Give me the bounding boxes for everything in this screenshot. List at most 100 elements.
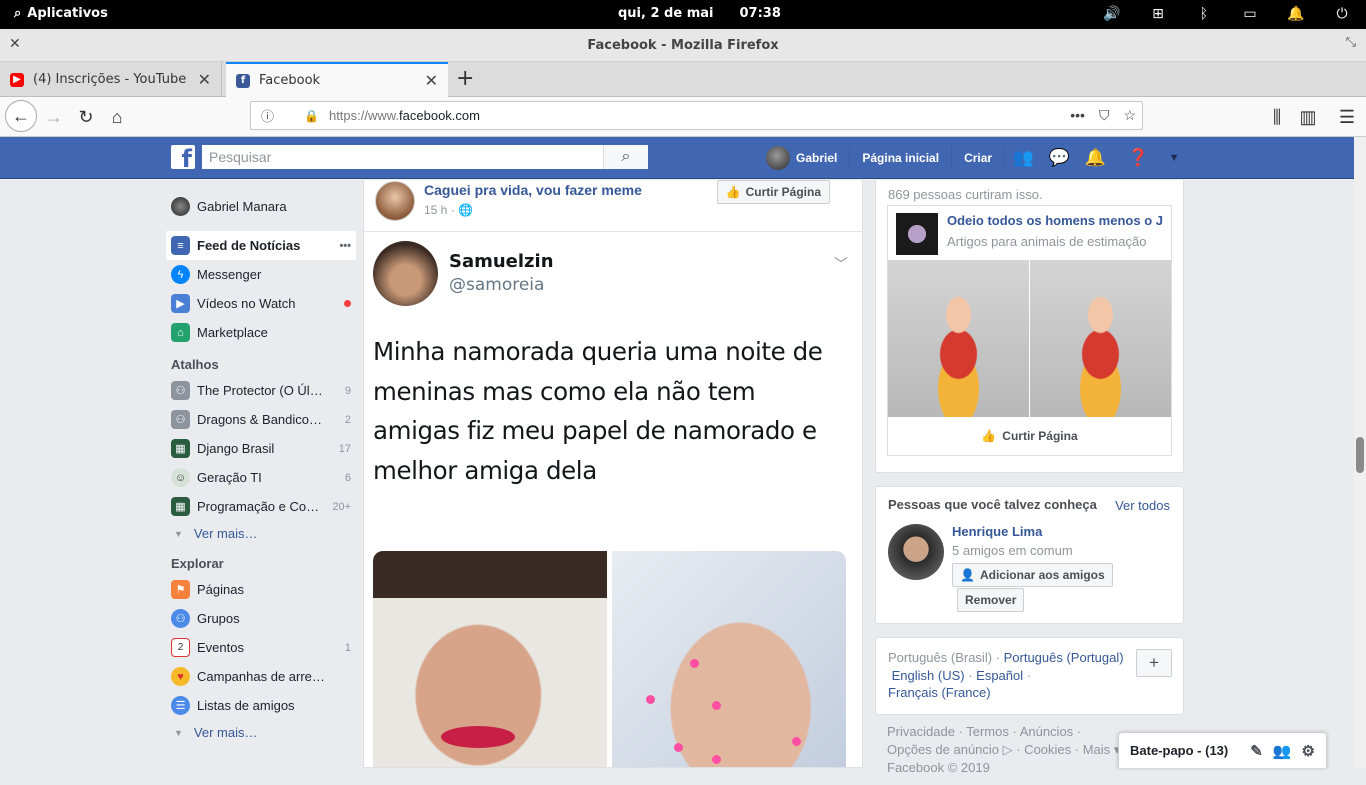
bookmark-star-icon[interactable]: ☆ <box>1123 107 1136 124</box>
facebook-header: f ⌕ Gabriel Página inicial Criar 👥 💬 🔔 ❓… <box>0 137 1354 179</box>
language-link[interactable]: English (US) <box>892 668 965 683</box>
chat-bar[interactable]: Bate-papo - (13) ✎ 👥 ⚙ <box>1118 732 1327 768</box>
library-icon[interactable]: ⫼ <box>1263 103 1291 131</box>
new-group-icon[interactable]: 👥 <box>1273 742 1292 760</box>
sidebar-item-messenger[interactable]: ϟ Messenger <box>166 260 356 289</box>
applications-menu[interactable]: ⌕ Aplicativos <box>14 6 108 21</box>
tweet-handle: @samoreia <box>449 275 545 295</box>
close-tab-icon[interactable]: ✕ <box>198 70 211 89</box>
mutual-friends: 5 amigos em comum <box>952 543 1073 558</box>
tweet-avatar <box>373 241 438 306</box>
notifications-icon[interactable]: 🔔 <box>1286 4 1306 24</box>
language-link[interactable]: Español <box>976 668 1023 683</box>
volume-icon[interactable]: 🔊 <box>1102 4 1122 24</box>
sidebar-item-events[interactable]: 2 Eventos 1 <box>166 633 356 662</box>
sidebar-item-groups[interactable]: ⚇ Grupos <box>166 604 356 633</box>
tab-facebook[interactable]: f Facebook ✕ <box>226 62 448 97</box>
sidebar-item-shortcut[interactable]: ☺ Geração TI 6 <box>166 463 356 492</box>
help-icon[interactable]: ❓ <box>1125 148 1151 168</box>
pocket-icon[interactable]: ⛉ <box>1099 107 1110 124</box>
clock[interactable]: qui, 2 de mai 07:38 <box>618 6 781 21</box>
tab-youtube[interactable]: ▶ (4) Inscrições - YouTube ✕ <box>0 62 222 97</box>
like-page-button[interactable]: 👍 Curtir Página <box>888 417 1171 455</box>
bluetooth-icon[interactable]: ᛒ <box>1194 4 1214 24</box>
language-link[interactable]: Français (France) <box>888 685 991 700</box>
sidebar-icon[interactable]: ▥ <box>1294 103 1322 131</box>
messenger-icon[interactable]: 💬 <box>1046 148 1072 168</box>
youtube-icon: ▶ <box>10 72 24 87</box>
page-actions-icon[interactable]: ••• <box>1070 107 1085 124</box>
network-icon[interactable]: ⊞ <box>1148 4 1168 24</box>
suggested-page-image[interactable] <box>888 260 1171 417</box>
chevron-down-icon: ▼ <box>174 528 183 539</box>
see-all-link[interactable]: Ver todos <box>1115 498 1170 513</box>
see-more-explore-link[interactable]: ▼ Ver mais… <box>166 720 356 745</box>
page-name-link[interactable]: Caguei pra vida, vou fazer meme <box>424 182 642 198</box>
menu-icon[interactable]: ☰ <box>1333 103 1361 131</box>
power-icon[interactable]: ⏻ <box>1332 4 1352 24</box>
close-tab-icon[interactable]: ✕ <box>425 71 438 90</box>
remove-button[interactable]: Remover <box>957 588 1025 612</box>
group-icon: ▦ <box>171 439 190 458</box>
see-more-shortcuts-link[interactable]: ▼ Ver mais… <box>166 521 356 546</box>
nail-shape <box>646 695 655 704</box>
facebook-logo-icon[interactable]: f <box>171 145 195 169</box>
chevron-down-icon: ﹀ <box>834 256 848 272</box>
new-tab-icon[interactable]: + <box>456 66 474 91</box>
sidebar-item-news-feed[interactable]: ≡ Feed de Notícias ••• <box>166 231 356 260</box>
sidebar-item-watch[interactable]: ▶ Vídeos no Watch <box>166 289 356 318</box>
watch-icon: ▶ <box>171 294 190 313</box>
info-icon[interactable]: ⓘ <box>261 106 274 125</box>
nail-shape <box>690 659 699 668</box>
add-friend-button[interactable]: 👤 Adicionar aos amigos <box>952 563 1113 587</box>
left-sidebar: Gabriel Manara ≡ Feed de Notícias ••• ϟ Mes… <box>166 180 356 745</box>
profile-link[interactable]: Gabriel Manara <box>166 192 356 221</box>
battery-icon[interactable]: ▭ <box>1240 4 1260 24</box>
friend-requests-icon[interactable]: 👥 <box>1010 148 1036 168</box>
avatar[interactable] <box>888 524 944 580</box>
forward-icon[interactable]: → <box>40 103 68 131</box>
url-bar[interactable]: ⓘ 🔒 https://www. facebook.com ••• ⛉ ☆ <box>250 101 1143 130</box>
nail-shape <box>792 737 801 746</box>
gear-icon[interactable]: ⚙ <box>1302 742 1315 760</box>
search-input[interactable] <box>202 145 603 169</box>
home-link[interactable]: Página inicial <box>850 145 953 171</box>
sidebar-item-shortcut[interactable]: ⚇ The Protector (O Úl… 9 <box>166 376 356 405</box>
messenger-icon: ϟ <box>171 265 190 284</box>
avatar <box>766 146 790 170</box>
new-message-icon[interactable]: ✎ <box>1250 742 1263 760</box>
search-icon[interactable]: ⌕ <box>603 145 648 169</box>
language-link[interactable]: Português (Portugal) <box>1004 650 1124 665</box>
profile-link[interactable]: Gabriel <box>754 145 851 171</box>
notifications-icon[interactable]: 🔔 <box>1082 148 1108 168</box>
person-name-link[interactable]: Henrique Lima <box>952 524 1042 539</box>
resize-icon[interactable]: ⤡ <box>1346 35 1356 50</box>
explore-heading: Explorar <box>171 556 224 571</box>
sidebar-item-fundraisers[interactable]: ♥ Campanhas de arre… <box>166 662 356 691</box>
suggested-page-header[interactable]: Odeio todos os homens menos o J Artigos … <box>888 206 1171 260</box>
like-page-button[interactable]: 👍 Curtir Página <box>716 180 830 204</box>
sidebar-item-friend-lists[interactable]: ☰ Listas de amigos <box>166 691 356 720</box>
tab-bar: ▶ (4) Inscrições - YouTube ✕ f Facebook … <box>0 62 1366 97</box>
sidebar-item-shortcut[interactable]: ▦ Django Brasil 17 <box>166 434 356 463</box>
people-you-may-know: Pessoas que você talvez conheça Ver todo… <box>875 486 1184 624</box>
reload-icon[interactable]: ↻ <box>72 103 100 131</box>
home-icon[interactable]: ⌂ <box>103 103 131 131</box>
sidebar-item-shortcut[interactable]: ⚇ Dragons & Bandico… 2 <box>166 405 356 434</box>
suggested-page-name[interactable]: Odeio todos os homens menos o J <box>947 213 1163 228</box>
sidebar-item-shortcut[interactable]: ▦ Programação e Co… 20+ <box>166 492 356 521</box>
post-image-tweet[interactable]: Samuelzin @samoreia ﹀ Minha namorada que… <box>364 232 862 767</box>
scrollbar-thumb[interactable] <box>1356 437 1364 473</box>
create-link[interactable]: Criar <box>952 145 1006 171</box>
account-menu-icon[interactable]: ▼ <box>1161 152 1187 164</box>
scrollbar[interactable] <box>1354 137 1366 768</box>
more-options-icon[interactable]: ••• <box>339 240 351 252</box>
back-icon[interactable]: ← <box>5 100 37 132</box>
sidebar-item-pages[interactable]: ⚑ Páginas <box>166 575 356 604</box>
more-languages-button[interactable]: + <box>1136 649 1172 677</box>
photo-right <box>612 551 846 767</box>
page-avatar[interactable] <box>375 181 415 221</box>
group-icon: ⚇ <box>171 410 190 429</box>
facebook-icon: f <box>236 73 250 88</box>
sidebar-item-marketplace[interactable]: ⌂ Marketplace <box>166 318 356 347</box>
